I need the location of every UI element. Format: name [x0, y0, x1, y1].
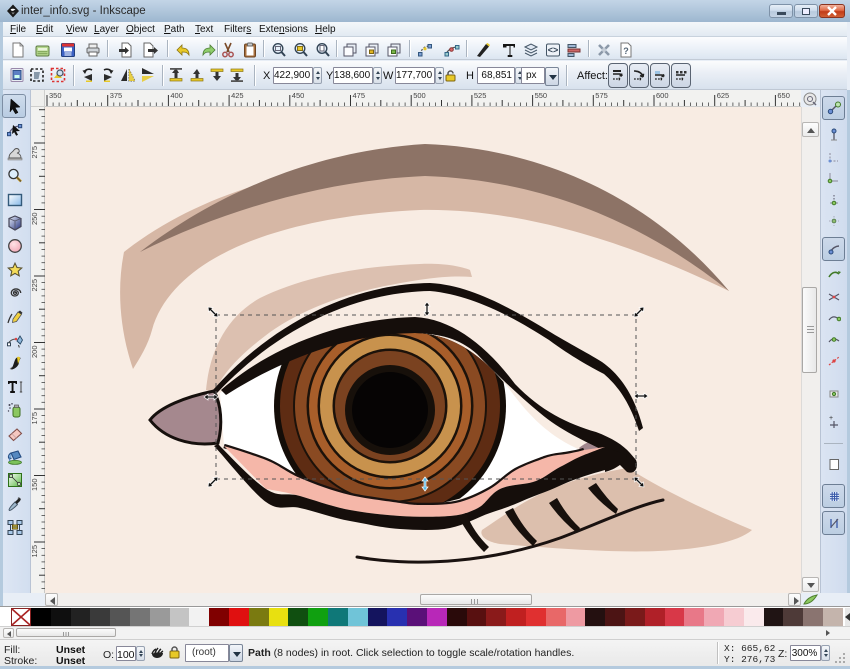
svg-text:250: 250 [31, 213, 39, 226]
svg-text:550: 550 [535, 91, 548, 100]
svg-text:425: 425 [231, 91, 244, 100]
svg-text:375: 375 [110, 91, 123, 100]
svg-text:200: 200 [31, 346, 39, 359]
svg-text:125: 125 [31, 545, 39, 558]
svg-text:350: 350 [49, 91, 62, 100]
svg-text:450: 450 [292, 91, 305, 100]
svg-text:?: ? [623, 46, 629, 56]
svg-text:475: 475 [353, 91, 366, 100]
svg-text:575: 575 [595, 91, 608, 100]
svg-text:500: 500 [413, 91, 426, 100]
svg-text:525: 525 [474, 91, 487, 100]
svg-text:650: 650 [777, 91, 790, 100]
svg-text:175: 175 [31, 412, 39, 425]
svg-text:400: 400 [170, 91, 183, 100]
svg-text:600: 600 [656, 91, 669, 100]
svg-text:275: 275 [31, 146, 39, 159]
svg-text:625: 625 [717, 91, 730, 100]
svg-text:+: + [829, 415, 833, 422]
svg-text:150: 150 [31, 479, 39, 492]
svg-text:<>: <> [548, 45, 559, 55]
svg-text:225: 225 [31, 279, 39, 292]
